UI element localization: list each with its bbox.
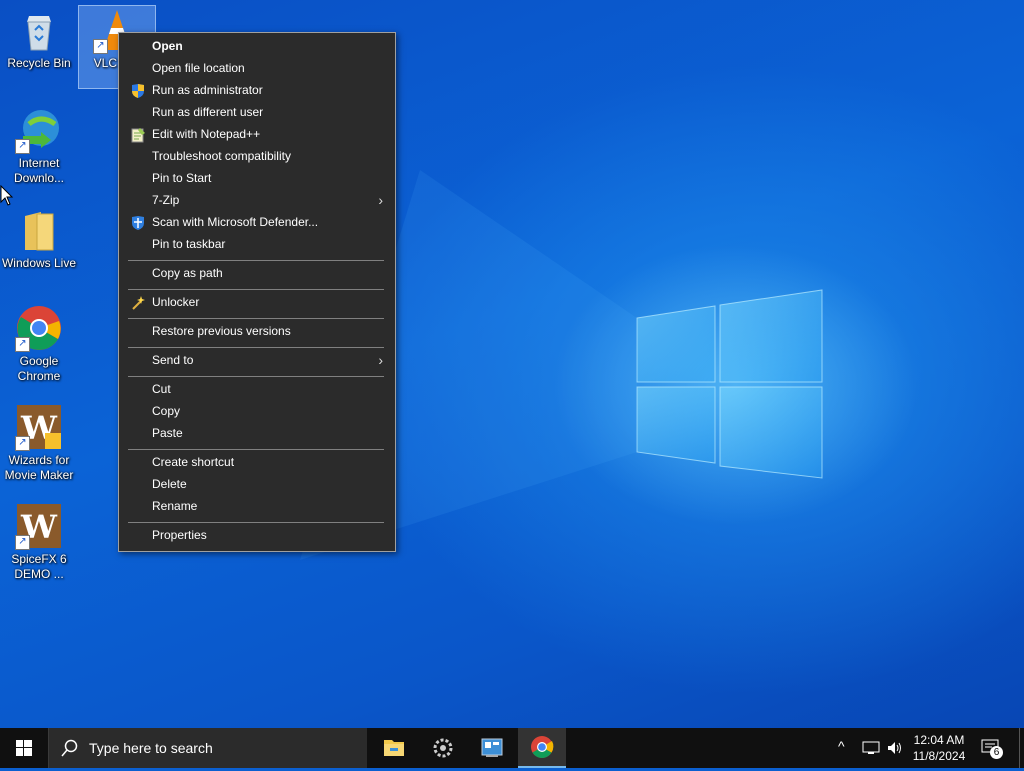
shortcut-arrow-icon: ↗: [93, 39, 108, 54]
menu-separator: [128, 449, 384, 450]
menu-item-run-as-administrator[interactable]: Run as administrator: [121, 80, 393, 102]
menu-item-cut[interactable]: Cut: [121, 379, 393, 401]
menu-item-open-file-location[interactable]: Open file location: [121, 58, 393, 80]
control-panel-icon: [481, 738, 503, 757]
windows-start-icon: [16, 740, 32, 756]
notepadpp-icon: [130, 127, 146, 143]
shortcut-arrow-icon: ↗: [15, 535, 30, 550]
taskbar-control-panel[interactable]: [468, 728, 516, 768]
shortcut-arrow-icon: ↗: [15, 139, 30, 154]
menu-item-run-as-different-user[interactable]: Run as different user: [121, 102, 393, 124]
file-explorer-icon: [384, 740, 404, 756]
menu-separator: [128, 289, 384, 290]
menu-separator: [128, 522, 384, 523]
menu-separator: [128, 376, 384, 377]
search-icon: [61, 739, 78, 757]
desktop-icon-wizards-for-movie-maker[interactable]: W ↗ Wizards for Movie Maker: [1, 403, 77, 483]
chrome-icon: ↗: [15, 304, 63, 352]
chrome-icon: [531, 736, 554, 758]
menu-item-open[interactable]: Open: [121, 36, 393, 58]
menu-item-scan-with-defender[interactable]: Scan with Microsoft Defender...: [121, 212, 393, 234]
shortcut-arrow-icon: ↗: [15, 436, 30, 451]
desktop-icon-internet-download-manager[interactable]: ↗ Internet Downlo...: [1, 106, 77, 186]
wizards-w-icon: W ↗: [15, 403, 63, 451]
desktop-icon-google-chrome[interactable]: ↗ Google Chrome: [1, 304, 77, 384]
menu-item-rename[interactable]: Rename: [121, 496, 393, 518]
menu-item-7zip[interactable]: 7-Zip ›: [121, 190, 393, 212]
taskbar-settings[interactable]: [419, 728, 467, 768]
mouse-cursor-icon: [0, 185, 14, 206]
taskbar-search-box[interactable]: Type here to search: [48, 728, 367, 768]
menu-item-create-shortcut[interactable]: Create shortcut: [121, 452, 393, 474]
notification-count-badge: 6: [990, 746, 1003, 759]
desktop-icon-label: Google Chrome: [17, 354, 61, 383]
spicefx-w-icon: W ↗: [15, 502, 63, 550]
taskbar-clock[interactable]: 12:04 AM 11/8/2024: [904, 732, 974, 764]
uac-shield-icon: [130, 83, 146, 99]
taskbar: Type here to search ^ 12:04 AM 11/8/2024…: [0, 728, 1024, 768]
context-menu: Open Open file location Run as administr…: [118, 32, 396, 552]
menu-item-pin-to-start[interactable]: Pin to Start: [121, 168, 393, 190]
desktop-icon-windows-live[interactable]: Windows Live: [1, 206, 77, 271]
submenu-arrow-icon: ›: [378, 352, 383, 368]
submenu-arrow-icon: ›: [378, 192, 383, 208]
desktop-icon-label: Internet Downlo...: [13, 156, 65, 185]
network-icon[interactable]: [862, 740, 880, 756]
menu-separator: [128, 347, 384, 348]
menu-item-paste[interactable]: Paste: [121, 423, 393, 445]
defender-shield-icon: [130, 215, 146, 231]
action-center-button[interactable]: 6: [980, 736, 1004, 760]
menu-item-restore-previous-versions[interactable]: Restore previous versions: [121, 321, 393, 343]
menu-separator: [128, 318, 384, 319]
clock-time: 12:04 AM: [913, 733, 965, 747]
taskbar-file-explorer[interactable]: [370, 728, 418, 768]
menu-item-edit-with-notepadpp[interactable]: Edit with Notepad++: [121, 124, 393, 146]
desktop-icon-recycle-bin[interactable]: Recycle Bin: [1, 6, 77, 71]
shortcut-arrow-icon: ↗: [15, 337, 30, 352]
menu-separator: [128, 260, 384, 261]
show-desktop-button[interactable]: [1019, 728, 1024, 768]
idm-globe-icon: ↗: [15, 106, 63, 154]
search-placeholder: Type here to search: [89, 740, 213, 756]
folder-icon: [15, 206, 63, 254]
menu-item-copy-as-path[interactable]: Copy as path: [121, 263, 393, 285]
clock-date: 11/8/2024: [912, 749, 966, 763]
menu-item-copy[interactable]: Copy: [121, 401, 393, 423]
desktop-icon-label: SpiceFX 6 DEMO ...: [11, 552, 67, 581]
desktop-icon-label: Windows Live: [1, 256, 77, 270]
tray-chevron-icon[interactable]: ^: [838, 738, 845, 754]
menu-item-send-to[interactable]: Send to ›: [121, 350, 393, 372]
menu-item-properties[interactable]: Properties: [121, 525, 393, 547]
taskbar-chrome[interactable]: [518, 728, 566, 768]
menu-item-unlocker[interactable]: Unlocker: [121, 292, 393, 314]
desktop-icon-spicefx[interactable]: W ↗ SpiceFX 6 DEMO ...: [1, 502, 77, 582]
desktop-icon-label: Recycle Bin: [7, 56, 71, 70]
menu-item-pin-to-taskbar[interactable]: Pin to taskbar: [121, 234, 393, 256]
volume-icon[interactable]: [886, 740, 904, 756]
desktop-icon-label: Wizards for Movie Maker: [4, 453, 74, 482]
unlocker-wand-icon: [130, 295, 146, 311]
settings-gear-icon: [433, 738, 453, 758]
recycle-bin-icon: [15, 6, 63, 54]
menu-item-delete[interactable]: Delete: [121, 474, 393, 496]
menu-item-troubleshoot-compatibility[interactable]: Troubleshoot compatibility: [121, 146, 393, 168]
start-button[interactable]: [0, 728, 48, 768]
